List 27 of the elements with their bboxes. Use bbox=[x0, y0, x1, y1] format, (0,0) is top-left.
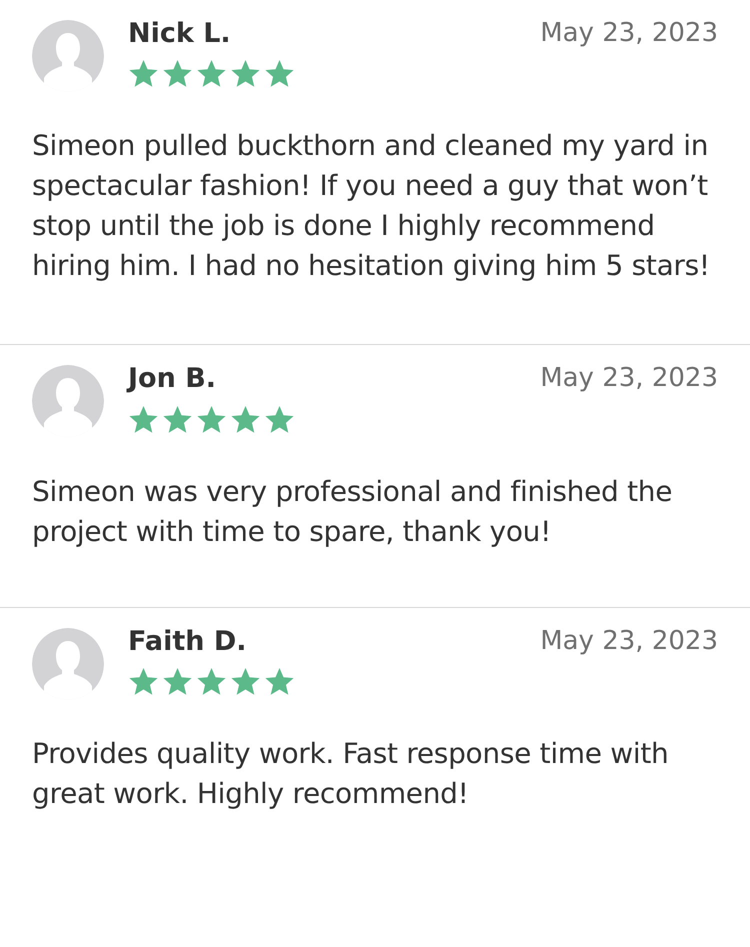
star-icon bbox=[162, 58, 193, 90]
star-icon bbox=[264, 666, 295, 698]
review-date: May 23, 2023 bbox=[540, 626, 718, 657]
star-icon bbox=[128, 58, 159, 90]
star-icon bbox=[230, 666, 261, 698]
reviewer-name: Faith D. bbox=[128, 626, 247, 658]
star-icon bbox=[196, 666, 227, 698]
star-icon bbox=[264, 404, 295, 435]
review-date: May 23, 2023 bbox=[540, 363, 718, 395]
review-text: Provides quality work. Fast response time with great work. Highly recommend! bbox=[32, 736, 670, 812]
star-icon bbox=[196, 404, 227, 435]
star-icon bbox=[264, 58, 295, 90]
star-icon bbox=[128, 666, 159, 698]
avatar-icon bbox=[32, 365, 104, 438]
avatar-icon bbox=[32, 20, 104, 92]
review-date: May 23, 2023 bbox=[540, 18, 718, 50]
review-text: Simeon pulled buckthorn and cleaned my yard in spectacular fashion! If you need a guy that won’t stop until the job is done I highly recommend hiring him. I had no hesitation giving him 5 stars! bbox=[32, 128, 711, 284]
reviewer-name: Jon B. bbox=[128, 363, 216, 396]
review-text: Simeon was very professional and finished the project with time to spare, thank you! bbox=[32, 474, 674, 550]
star-icon bbox=[230, 404, 261, 435]
star-icon bbox=[196, 58, 227, 90]
star-icon bbox=[162, 404, 193, 435]
avatar-icon bbox=[32, 628, 104, 700]
star-icon bbox=[230, 58, 261, 90]
star-icon bbox=[128, 404, 159, 435]
reviewer-name: Nick L. bbox=[128, 18, 231, 50]
star-icon bbox=[162, 666, 193, 698]
